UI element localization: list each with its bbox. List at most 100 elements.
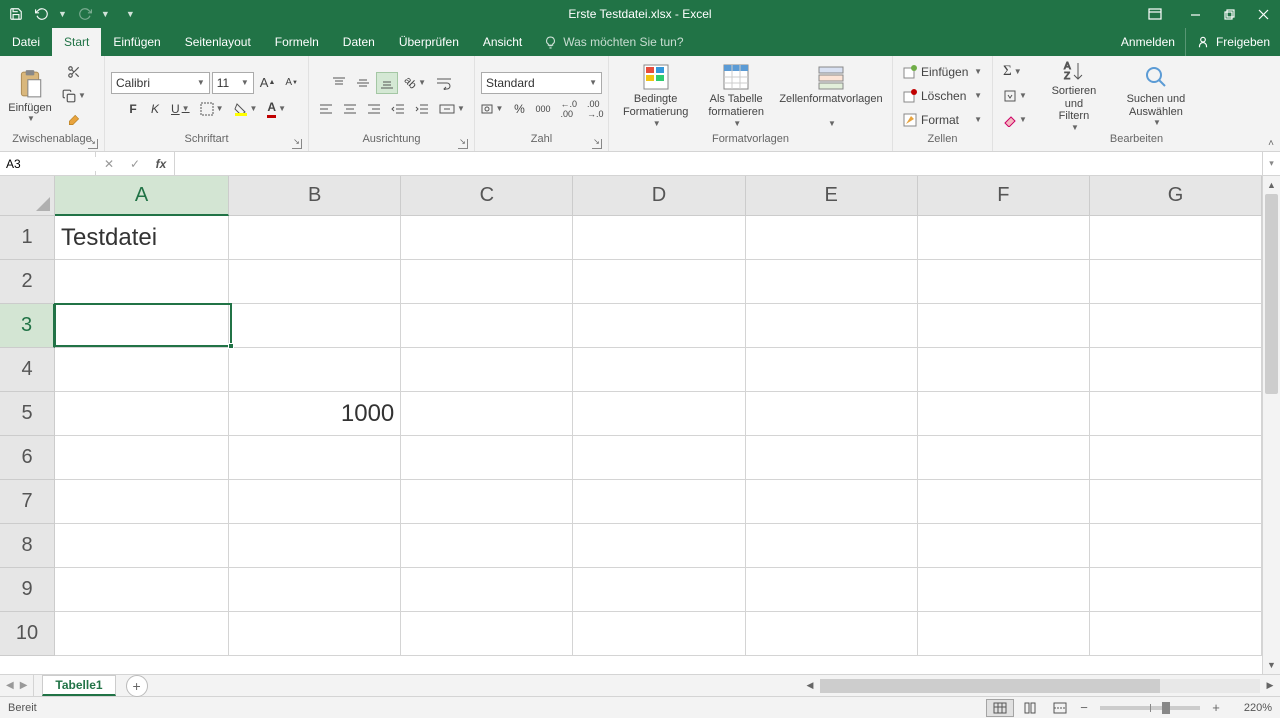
cell[interactable]	[918, 436, 1090, 480]
delete-cells-button[interactable]: Löschen▼	[899, 85, 986, 107]
tab-home[interactable]: Start	[52, 28, 101, 56]
share-button[interactable]: Freigeben	[1185, 28, 1280, 56]
view-page-layout-button[interactable]	[1016, 699, 1044, 717]
cell[interactable]	[746, 392, 918, 436]
cell[interactable]	[55, 480, 229, 524]
row-header[interactable]: 5	[0, 392, 55, 436]
sort-filter-button[interactable]: AZ Sortieren und Filtern▼	[1035, 59, 1113, 133]
cell[interactable]: 1000	[229, 392, 401, 436]
cell[interactable]	[573, 216, 745, 260]
percent-format-button[interactable]: %	[509, 98, 529, 120]
sheet-nav-next[interactable]: ▶	[20, 680, 28, 691]
tab-view[interactable]: Ansicht	[471, 28, 534, 56]
tab-pagelayout[interactable]: Seitenlayout	[173, 28, 263, 56]
conditional-formatting-button[interactable]: Bedingte Formatierung▼	[615, 59, 696, 133]
add-sheet-button[interactable]: +	[126, 675, 148, 697]
bold-button[interactable]: F	[123, 98, 143, 120]
align-left-button[interactable]	[315, 98, 337, 120]
row-header[interactable]: 6	[0, 436, 55, 480]
increase-decimal-button[interactable]: ←.0.00	[556, 98, 581, 120]
row-header[interactable]: 1	[0, 216, 55, 260]
cell[interactable]	[401, 436, 573, 480]
close-button[interactable]	[1246, 0, 1280, 28]
decrease-decimal-button[interactable]: .00→.0	[583, 98, 608, 120]
cell[interactable]	[229, 216, 401, 260]
copy-button[interactable]: ▼	[58, 85, 90, 107]
cell[interactable]	[55, 348, 229, 392]
cell[interactable]	[573, 260, 745, 304]
number-format-dropdown[interactable]: Standard▼	[481, 72, 602, 94]
ribbon-options-icon[interactable]	[1132, 0, 1178, 28]
horizontal-scrollbar[interactable]: ◀ ▶	[800, 675, 1280, 696]
cell[interactable]	[55, 524, 229, 568]
insert-function-button[interactable]: fx	[148, 153, 174, 175]
wrap-text-button[interactable]	[432, 72, 456, 94]
merge-center-button[interactable]: ▼	[435, 98, 469, 120]
number-dialog-launcher[interactable]	[592, 139, 602, 149]
cell[interactable]	[573, 568, 745, 612]
align-top-button[interactable]	[328, 72, 350, 94]
cell[interactable]	[918, 348, 1090, 392]
cell[interactable]	[229, 568, 401, 612]
cell[interactable]	[1090, 524, 1262, 568]
cell[interactable]	[918, 304, 1090, 348]
zoom-slider[interactable]	[1100, 706, 1200, 710]
cell[interactable]	[918, 568, 1090, 612]
cell[interactable]	[1090, 304, 1262, 348]
cell[interactable]	[401, 480, 573, 524]
font-dialog-launcher[interactable]	[292, 139, 302, 149]
row-header[interactable]: 9	[0, 568, 55, 612]
cell[interactable]	[55, 568, 229, 612]
cell-styles-button[interactable]: Zellenformatvorlagen▼	[776, 59, 886, 133]
cell[interactable]	[229, 524, 401, 568]
cell[interactable]: Testdatei	[55, 216, 229, 260]
row-header[interactable]: 10	[0, 612, 55, 656]
cell[interactable]	[401, 392, 573, 436]
row-header[interactable]: 4	[0, 348, 55, 392]
minimize-button[interactable]	[1178, 0, 1212, 28]
column-header[interactable]: A	[55, 176, 229, 216]
cell[interactable]	[573, 436, 745, 480]
cell[interactable]	[401, 304, 573, 348]
cell[interactable]	[573, 348, 745, 392]
tab-formulas[interactable]: Formeln	[263, 28, 331, 56]
increase-font-button[interactable]: A▲	[256, 72, 280, 94]
orientation-button[interactable]: ab▼	[400, 72, 430, 94]
cell[interactable]	[1090, 480, 1262, 524]
borders-button[interactable]: ▼	[196, 98, 228, 120]
cell[interactable]	[746, 480, 918, 524]
italic-button[interactable]: K	[145, 98, 165, 120]
cell[interactable]	[918, 260, 1090, 304]
cell[interactable]	[1090, 392, 1262, 436]
tell-me-search[interactable]	[534, 28, 1111, 56]
find-select-button[interactable]: Suchen und Auswählen▼	[1117, 59, 1195, 133]
tab-data[interactable]: Daten	[331, 28, 387, 56]
cell[interactable]	[746, 216, 918, 260]
cell[interactable]	[746, 612, 918, 656]
zoom-in-button[interactable]: +	[1208, 700, 1224, 715]
view-page-break-button[interactable]	[1046, 699, 1074, 717]
cell[interactable]	[746, 260, 918, 304]
column-header[interactable]: G	[1090, 176, 1262, 216]
view-normal-button[interactable]	[986, 699, 1014, 717]
zoom-thumb[interactable]	[1162, 702, 1170, 714]
decrease-font-button[interactable]: A▼	[281, 72, 302, 94]
signin-button[interactable]: Anmelden	[1111, 28, 1185, 56]
sheet-nav-prev[interactable]: ◀	[6, 680, 14, 691]
cell[interactable]	[918, 612, 1090, 656]
font-size-dropdown[interactable]: 11▼	[212, 72, 254, 94]
cell[interactable]	[229, 260, 401, 304]
cell[interactable]	[746, 348, 918, 392]
tab-file[interactable]: Datei	[0, 28, 52, 56]
cell[interactable]	[55, 392, 229, 436]
column-header[interactable]: F	[918, 176, 1090, 216]
formula-input[interactable]	[175, 152, 1262, 175]
undo-dropdown[interactable]: ▼	[58, 9, 67, 19]
tab-review[interactable]: Überprüfen	[387, 28, 471, 56]
cell[interactable]	[573, 612, 745, 656]
maximize-button[interactable]	[1212, 0, 1246, 28]
cell[interactable]	[1090, 260, 1262, 304]
decrease-indent-button[interactable]	[387, 98, 409, 120]
align-middle-button[interactable]	[352, 72, 374, 94]
cell[interactable]	[401, 260, 573, 304]
